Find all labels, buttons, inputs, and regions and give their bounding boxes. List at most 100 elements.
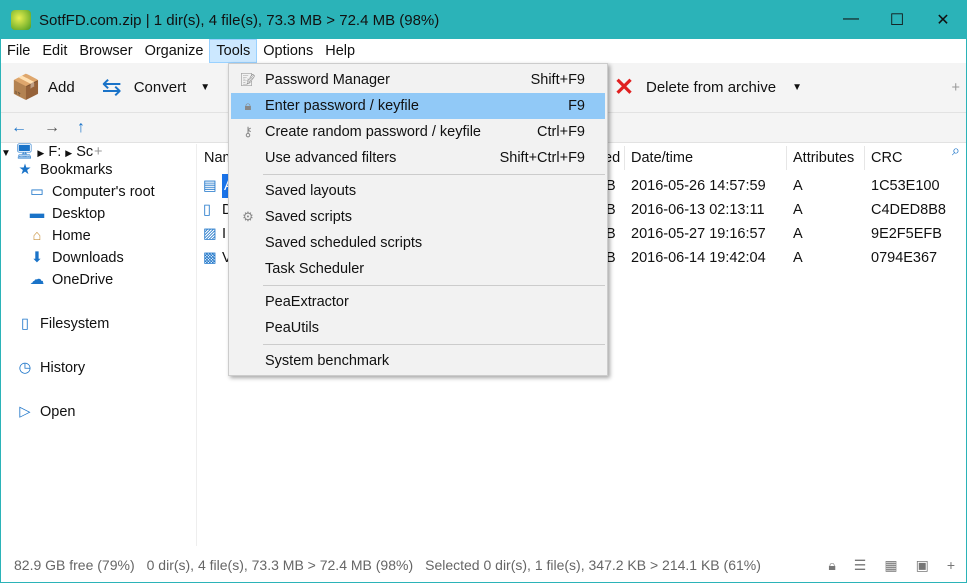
menu-bar: File Edit Browser Organize Tools Options… — [1, 39, 966, 63]
menu-item-label: Saved scripts — [265, 209, 353, 225]
detail-view-icon[interactable]: ▦ — [884, 557, 897, 574]
back-arrow-icon[interactable]: ← — [11, 119, 44, 137]
menu-file[interactable]: File — [1, 43, 36, 59]
file-datetime: 2016-05-27 19:16:57 — [631, 226, 766, 242]
sidebar-label: OneDrive — [52, 272, 114, 288]
menu-options[interactable]: Options — [257, 43, 319, 59]
home-icon: ⌂ — [32, 228, 42, 244]
file-datetime: 2016-06-14 19:42:04 — [631, 250, 766, 266]
menu-browser[interactable]: Browser — [73, 43, 138, 59]
file-crc: 9E2F5EFB — [871, 226, 942, 242]
cloud-icon: ☁ — [29, 272, 45, 288]
sidebar-label: Open — [40, 404, 76, 420]
file-icon: ▩ — [203, 250, 217, 266]
download-icon: ⬇ — [30, 250, 44, 266]
column-crc[interactable]: CRC — [865, 146, 967, 170]
menu-item-saved-scheduled-scripts[interactable]: Saved scheduled scripts — [231, 230, 605, 256]
convert-button[interactable]: ⇆ Convert ▼ — [97, 73, 211, 103]
drive-icon: ▯ — [21, 316, 29, 332]
sidebar-history[interactable]: ◷ History — [16, 360, 85, 376]
box-add-icon: 📦 — [11, 74, 41, 101]
maximize-button[interactable]: ☐ — [874, 10, 920, 30]
sidebar-label: Home — [52, 228, 91, 244]
status-selected: Selected 0 dir(s), 1 file(s), 347.2 KB >… — [425, 557, 761, 573]
sidebar: + ★ Bookmarks ▭ Computer's root ▬ Desktop ⌂… — [2, 144, 197, 546]
star-icon: ★ — [18, 162, 32, 178]
menu-item-password-manager[interactable]: 📝︎ Password Manager Shift+F9 — [231, 67, 605, 93]
sidebar-label: Filesystem — [40, 316, 110, 332]
sidebar-item-home[interactable]: ⌂ Home — [28, 228, 91, 244]
menu-item-saved-scripts[interactable]: ⚙ Saved scripts — [231, 204, 605, 230]
menu-tools[interactable]: Tools — [209, 39, 258, 63]
menu-item-use-advanced-filters[interactable]: Use advanced filters Shift+Ctrl+F9 — [231, 145, 605, 171]
file-datetime: 2016-05-26 14:57:59 — [631, 178, 766, 194]
menu-item-peautils[interactable]: PeaUtils — [231, 315, 605, 341]
column-datetime[interactable]: Date/time — [625, 146, 787, 170]
menu-item-task-scheduler[interactable]: Task Scheduler — [231, 256, 605, 282]
clock-icon: ◷ — [18, 360, 32, 376]
column-attributes[interactable]: Attributes — [787, 146, 865, 170]
toolbar-add-plus[interactable]: + — [952, 80, 960, 96]
file-attributes: A — [793, 178, 803, 194]
chevron-down-icon[interactable]: ▼ — [792, 82, 802, 93]
menu-organize[interactable]: Organize — [139, 43, 210, 59]
sidebar-item-desktop[interactable]: ▬ Desktop — [28, 206, 105, 222]
convert-arrows-icon: ⇆ — [101, 74, 122, 101]
menu-item-create-random-password-keyfile[interactable]: ⚷ Create random password / keyfile Ctrl+F9 — [231, 119, 605, 145]
file-datetime: 2016-06-13 02:13:11 — [631, 202, 765, 218]
menu-help[interactable]: Help — [319, 43, 361, 59]
list-view-icon[interactable]: ☰ — [854, 557, 867, 574]
sidebar-label: Computer's root — [52, 184, 155, 200]
keys-icon: ⚷ — [243, 124, 253, 139]
window-title: SotfFD.com.zip | 1 dir(s), 4 file(s), 73… — [39, 11, 440, 29]
status-free: 82.9 GB free (79%) — [14, 557, 135, 573]
menu-item-label: PeaExtractor — [265, 294, 349, 310]
status-plus[interactable]: + — [947, 557, 955, 574]
delete-x-icon: ✕ — [613, 74, 635, 101]
menu-shortcut: Shift+Ctrl+F9 — [499, 150, 585, 166]
sidebar-plus[interactable]: + — [94, 144, 102, 160]
menu-shortcut: F9 — [568, 98, 585, 114]
sidebar-bookmarks[interactable]: ★ Bookmarks — [16, 162, 113, 178]
desktop-icon: ▬ — [29, 206, 45, 222]
menu-item-label: Enter password / keyfile — [265, 98, 419, 114]
file-name: I — [222, 226, 227, 242]
menu-item-label: Saved layouts — [265, 183, 357, 199]
chevron-down-icon[interactable]: ▼ — [200, 82, 210, 93]
gear-icon: ⚙ — [242, 209, 254, 224]
menu-item-peaextractor[interactable]: PeaExtractor — [231, 289, 605, 315]
sidebar-label: Desktop — [52, 206, 106, 222]
menu-item-saved-layouts[interactable]: Saved layouts — [231, 178, 605, 204]
image-view-icon[interactable]: ▣ — [916, 557, 929, 574]
file-crc: 0794E367 — [871, 250, 938, 266]
sidebar-item-computers-root[interactable]: ▭ Computer's root — [28, 184, 155, 200]
menu-separator — [263, 344, 605, 345]
sidebar-item-downloads[interactable]: ⬇ Downloads — [28, 250, 124, 266]
delete-button[interactable]: ✕ Delete from archive ▼ — [609, 73, 802, 103]
sidebar-filesystem[interactable]: ▯ Filesystem — [16, 316, 109, 332]
menu-item-label: PeaUtils — [265, 320, 319, 336]
menu-item-enter-password-keyfile[interactable]: 🔒︎ Enter password / keyfile F9 — [231, 93, 605, 119]
menu-edit[interactable]: Edit — [36, 43, 73, 59]
sidebar-item-onedrive[interactable]: ☁ OneDrive — [28, 272, 114, 288]
file-attributes: A — [793, 202, 803, 218]
sidebar-open[interactable]: ▷ Open — [16, 404, 75, 420]
lock-icon[interactable]: 🔒︎ — [828, 557, 835, 574]
minimize-button[interactable]: — — [828, 10, 874, 30]
computer-icon: ▭ — [30, 184, 44, 200]
file-attributes: A — [793, 250, 803, 266]
close-button[interactable]: ✕ — [920, 10, 966, 30]
up-arrow-icon[interactable]: ↑ — [77, 119, 110, 137]
tools-menu: 📝︎ Password Manager Shift+F9 🔒︎ Enter passwo… — [228, 63, 608, 376]
file-icon: ▯ — [203, 202, 211, 218]
forward-arrow-icon[interactable]: → — [44, 119, 77, 137]
menu-item-label: Create random password / keyfile — [265, 124, 481, 140]
menu-shortcut: Ctrl+F9 — [537, 124, 585, 140]
menu-item-system-benchmark[interactable]: System benchmark — [231, 348, 605, 374]
play-icon: ▷ — [19, 404, 31, 420]
sidebar-label: Bookmarks — [40, 162, 113, 178]
status-totals: 0 dir(s), 4 file(s), 73.3 MB > 72.4 MB (… — [146, 557, 414, 573]
sidebar-label: History — [40, 360, 86, 376]
menu-separator — [263, 174, 605, 175]
add-button[interactable]: 📦 Add — [11, 73, 75, 103]
